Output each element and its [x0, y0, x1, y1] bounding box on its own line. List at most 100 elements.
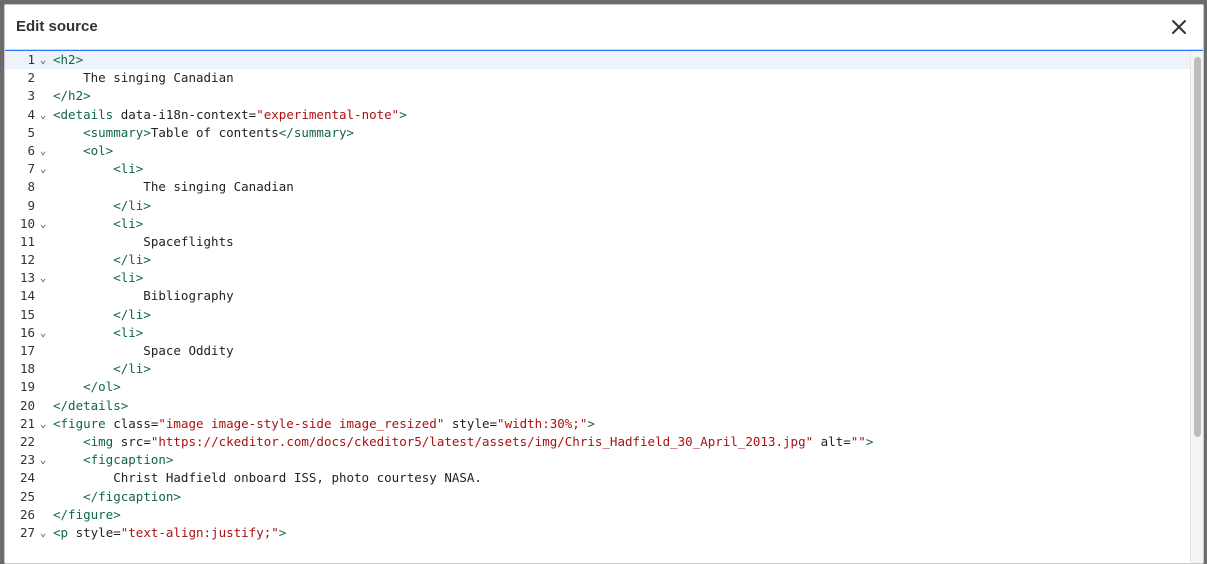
code-text: <li>: [53, 324, 143, 342]
line-number: 20: [19, 397, 35, 413]
text-token: Christ Hadfield onboard ISS, photo court…: [53, 470, 482, 486]
fold-chevron-icon[interactable]: ⌄: [37, 451, 49, 469]
code-text: <figcaption>: [53, 451, 173, 469]
code-line[interactable]: 15 </li>: [5, 306, 1191, 324]
code-line[interactable]: 12 </li>: [5, 251, 1191, 269]
line-number: 17: [19, 343, 35, 358]
edit-source-dialog: Edit source 1 ⌄ <h2> 2 The singing Canadian…: [4, 4, 1204, 564]
text-token: data-i18n-context=: [113, 106, 257, 122]
fold-chevron-icon[interactable]: ⌄: [37, 524, 49, 542]
code-line[interactable]: 8 The singing Canadian: [5, 178, 1191, 196]
code-line[interactable]: 1 ⌄ <h2>: [5, 51, 1191, 70]
code-text: Christ Hadfield onboard ISS, photo court…: [53, 469, 482, 487]
dialog-header: Edit source: [5, 5, 1203, 50]
code-text: </figure>: [53, 506, 121, 524]
code-text: <h2>: [53, 51, 83, 69]
line-number: 5: [27, 124, 35, 140]
code-line[interactable]: 20 </details>: [5, 397, 1191, 415]
code-line[interactable]: 16 ⌄ <li>: [5, 324, 1191, 342]
code-line[interactable]: 22 <img src="https://ckeditor.com/docs/c…: [5, 433, 1191, 451]
code-line[interactable]: 21 ⌄ <figure class="image image-style-side…: [5, 415, 1191, 433]
code-line[interactable]: 19 </ol>: [5, 378, 1191, 396]
html-tag-token: </figure>: [53, 506, 121, 522]
code-line[interactable]: 13 ⌄ <li>: [5, 269, 1191, 287]
code-line[interactable]: 9 </li>: [5, 197, 1191, 215]
code-text: </figcaption>: [53, 488, 181, 506]
code-text: </li>: [53, 251, 151, 269]
code-text: <img src="https://ckeditor.com/docs/cked…: [53, 433, 873, 451]
line-number: 2: [27, 70, 35, 86]
fold-chevron-icon[interactable]: ⌄: [37, 142, 49, 160]
code-text: <p style="text-align:justify;">: [53, 524, 286, 542]
line-number: 3: [27, 88, 35, 104]
html-tag-token: </li>: [113, 252, 151, 268]
line-number: 26: [19, 506, 35, 522]
code-line[interactable]: 17 Space Oddity: [5, 342, 1191, 360]
html-tag-token: <ol>: [83, 142, 114, 158]
code-text: </li>: [53, 197, 151, 215]
string-token: "experimental-note": [256, 106, 400, 122]
text-token: src=: [113, 433, 151, 449]
source-code-editor[interactable]: 1 ⌄ <h2> 2 The singing Canadian 3 </h2> 4 ⌄ <det…: [5, 50, 1203, 563]
html-tag-token: </li>: [113, 197, 151, 213]
vertical-scrollbar[interactable]: [1190, 51, 1203, 563]
html-tag-token: <img: [83, 433, 114, 449]
line-number: 14: [19, 288, 35, 304]
dialog-title: Edit source: [16, 18, 98, 35]
code-line[interactable]: 7 ⌄ <li>: [5, 160, 1191, 178]
html-tag-token: <summary>: [83, 124, 151, 140]
string-token: "image image-style-side image_resized": [158, 415, 445, 431]
text-token: style=: [444, 415, 498, 431]
fold-chevron-icon[interactable]: ⌄: [37, 415, 49, 433]
line-number: 7: [27, 161, 35, 177]
code-line[interactable]: 24 Christ Hadfield onboard ISS, photo co…: [5, 469, 1191, 487]
line-number: 27: [19, 524, 35, 540]
fold-chevron-icon[interactable]: ⌄: [37, 324, 49, 342]
code-lines[interactable]: 1 ⌄ <h2> 2 The singing Canadian 3 </h2> 4 ⌄ <det…: [5, 51, 1191, 542]
code-line[interactable]: 27 ⌄ <p style="text-align:justify;">: [5, 524, 1191, 542]
string-token: "width:30%;": [497, 415, 588, 431]
code-line[interactable]: 10 ⌄ <li>: [5, 215, 1191, 233]
code-line[interactable]: 26 </figure>: [5, 506, 1191, 524]
code-line[interactable]: 5 <summary>Table of contents</summary>: [5, 124, 1191, 142]
scrollbar-thumb[interactable]: [1194, 57, 1201, 437]
line-number: 15: [19, 306, 35, 322]
fold-chevron-icon[interactable]: ⌄: [37, 215, 49, 233]
line-number: 23: [19, 452, 35, 468]
html-tag-token: <li>: [113, 161, 144, 177]
code-line[interactable]: 18 </li>: [5, 360, 1191, 378]
text-token: class=: [105, 415, 159, 431]
line-number: 6: [27, 142, 35, 158]
code-line[interactable]: 25 </figcaption>: [5, 488, 1191, 506]
code-line[interactable]: 11 Spaceflights: [5, 233, 1191, 251]
code-line[interactable]: 3 </h2>: [5, 87, 1191, 105]
fold-chevron-icon[interactable]: ⌄: [37, 106, 49, 124]
string-token: "text-align:justify;": [120, 524, 279, 540]
code-line[interactable]: 14 Bibliography: [5, 287, 1191, 305]
fold-chevron-icon[interactable]: ⌄: [37, 269, 49, 287]
fold-chevron-icon[interactable]: ⌄: [37, 51, 49, 69]
text-token: Space Oddity: [53, 343, 234, 358]
code-line[interactable]: 4 ⌄ <details data-i18n-context="experiment…: [5, 106, 1191, 124]
code-text: </h2>: [53, 87, 91, 105]
line-number: 10: [19, 215, 35, 231]
close-button[interactable]: [1169, 17, 1189, 37]
text-token: Bibliography: [53, 288, 234, 304]
code-line[interactable]: 23 ⌄ <figcaption>: [5, 451, 1191, 469]
code-text: Spaceflights: [53, 233, 233, 251]
code-line[interactable]: 6 ⌄ <ol>: [5, 142, 1191, 160]
html-tag-token: </summary>: [278, 124, 355, 140]
html-tag-token: >: [865, 433, 874, 449]
fold-chevron-icon[interactable]: ⌄: [37, 160, 49, 178]
code-text: <ol>: [53, 142, 113, 160]
code-text: </details>: [53, 397, 128, 415]
html-tag-token: <p: [53, 524, 69, 540]
code-line[interactable]: 2 The singing Canadian: [5, 69, 1191, 87]
